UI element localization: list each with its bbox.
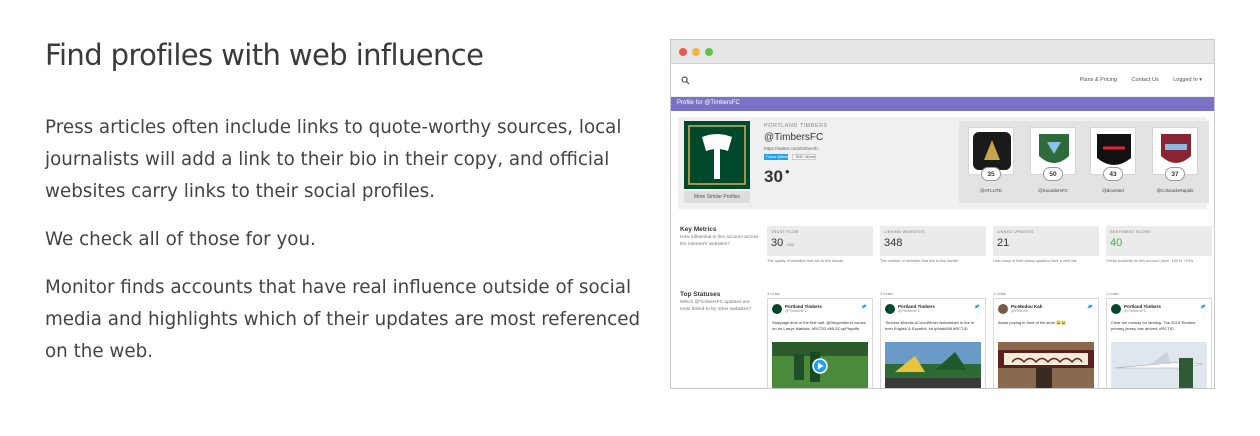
similar-score-badge: 37 [1165,167,1185,181]
status-links: 1 Links [880,291,893,296]
similar-profile-rapids[interactable]: 37 @ColoradoRapids [1149,125,1201,199]
more-similar-button[interactable]: More Similar Profiles [684,191,750,203]
minimize-dot-icon[interactable] [692,48,700,56]
metric-caption: How many of their status updates have a … [993,259,1077,263]
tweet-handle: @TimbersFC [1124,309,1147,313]
status-links: 3 Links [767,291,780,296]
profile-handle: @TimbersFC [764,132,824,143]
metric-linked-updates: LINKED UPDATES 21 How many of their stat… [993,226,1099,264]
metric-linking-websites: LINKING WEBSITES 348 The number of websi… [880,226,986,264]
tweet-handle: @TimbersFC [785,309,808,313]
profile-url[interactable]: https://twitter.com/timbersfc [764,146,944,151]
tweet-photo[interactable] [1111,342,1207,388]
status-links: 1 Links [1106,291,1119,296]
tweet-photo[interactable] [885,342,981,388]
metric-value: 30 /100 [771,237,795,249]
profile-panel: More Similar Profiles PORTLAND TIMBERS @… [678,117,1209,209]
twitter-bird-icon [861,304,867,309]
avatar [998,304,1008,314]
nav-contact-link[interactable]: Contact Us [1131,77,1158,83]
metric-value: 348 [884,237,903,249]
tweet-text: Abuts posing in front of his store 😀😀 [998,320,1067,325]
similar-name: @SoundersFC [1038,188,1068,193]
metric-label: LINKED UPDATES [997,230,1034,234]
similar-score-badge: 50 [1043,167,1063,181]
nav-plans-link[interactable]: Plans & Pricing [1080,77,1117,83]
nav-login-menu[interactable]: Logged In ▾ [1173,77,1202,83]
profile-score-value: 30 [764,167,783,186]
key-metrics-section: Key Metrics How influential is this acco… [678,226,1212,274]
top-statuses-section: Top Statuses Which @TimbersFC updates ar… [678,291,1212,388]
avatar [885,304,895,314]
status-card-2[interactable]: 1 Links Portland Timbers @TimbersFC Timb… [880,291,986,388]
followers-count-badge: 353K followers [792,154,817,160]
status-card-3[interactable]: 1 Links Pa-Modou Kah @PMKAH Abuts posing… [993,291,1099,388]
close-dot-icon[interactable] [679,48,687,56]
metric-sentiment-score: SENTIMENT SCORE 40 Online positivity for… [1106,226,1212,264]
timbers-logo [684,121,750,189]
metric-value: 40 [1110,237,1123,249]
app-nav: Plans & Pricing Contact Us Logged In ▾ [671,64,1214,97]
similar-name: @dcunited [1102,188,1124,193]
twitter-bird-icon [1200,304,1206,309]
avatar [1111,304,1121,314]
key-metrics-title: Key Metrics [680,226,717,233]
profile-info: PORTLAND TIMBERS @TimbersFC https://twit… [764,123,944,187]
similar-score-badge: 35 [981,167,1001,181]
similar-score-badge: 43 [1103,167,1123,181]
metric-label: LINKING WEBSITES [884,230,925,234]
score-degree-icon: ● [784,167,790,176]
similar-name: @ATLUTD [980,188,1002,193]
intro-paragraph-1: Press articles often include links to qu… [45,117,622,202]
search-icon[interactable] [681,76,690,85]
follow-button[interactable]: Follow @timbersfc [764,154,788,160]
browser-screenshot: Plans & Pricing Contact Us Logged In ▾ P… [670,39,1215,389]
tweet-video-thumbnail[interactable] [772,342,868,388]
tweet-handle: @PMKAH [1011,309,1029,313]
intro-title: Find profiles with web influence [45,38,484,72]
intro-paragraph-3: Monitor finds accounts that have real in… [45,277,641,362]
tweet-handle: @TimbersFC [898,309,921,313]
top-statuses-title: Top Statuses [680,291,721,298]
profile-bar: Profile for @TimbersFC [671,97,1214,111]
intro-section: Find profiles with web influence Press a… [45,38,655,384]
metric-label: TRUST FLOW [771,230,799,234]
metric-caption: Online positivity for this account (from… [1106,259,1194,263]
metric-caption: The number of websites that link to this… [880,259,959,263]
metric-caption: The quality of websites that link to thi… [767,259,844,263]
twitter-bird-icon [974,304,980,309]
status-links: 1 Links [993,291,1006,296]
metric-label: SENTIMENT SCORE [1110,230,1151,234]
profile-team: PORTLAND TIMBERS [764,123,828,129]
tweet-text: Stoppage time of the first half. @DiegoV… [772,320,866,331]
key-metrics-desc: How influential is this account across t… [680,235,759,247]
similar-name: @ColoradoRapids [1156,188,1194,193]
tweet-photo[interactable] [998,342,1094,388]
tweet-text: Clear the runway for landing. The 2015 T… [1111,320,1196,331]
similar-profiles: 35 @ATLUTD 50 @SoundersFC 43 @dcunited 3… [959,121,1209,203]
browser-chrome [671,40,1214,64]
avatar [772,304,782,314]
maximize-dot-icon[interactable] [705,48,713,56]
similar-profile-sounders[interactable]: 50 @SoundersFC [1027,125,1079,199]
status-card-4[interactable]: 1 Links Portland Timbers @TimbersFC Clea… [1106,291,1212,388]
metric-trust-flow: TRUST FLOW 30 /100 The quality of websit… [767,226,873,264]
status-card-1[interactable]: 3 Links Portland Timbers @TimbersFC Stop… [767,291,873,388]
intro-paragraph-2: We check all of those for you. [45,229,316,250]
tweet-text: Timbers-Morelia #ConoWinter webstream is… [885,320,975,331]
top-statuses-desc: Which @TimbersFC updates are most linked… [680,300,752,312]
metric-value: 21 [997,237,1010,249]
similar-profile-dcunited[interactable]: 43 @dcunited [1087,125,1139,199]
twitter-bird-icon [1087,304,1093,309]
similar-profile-atlutd[interactable]: 35 @ATLUTD [965,125,1017,199]
